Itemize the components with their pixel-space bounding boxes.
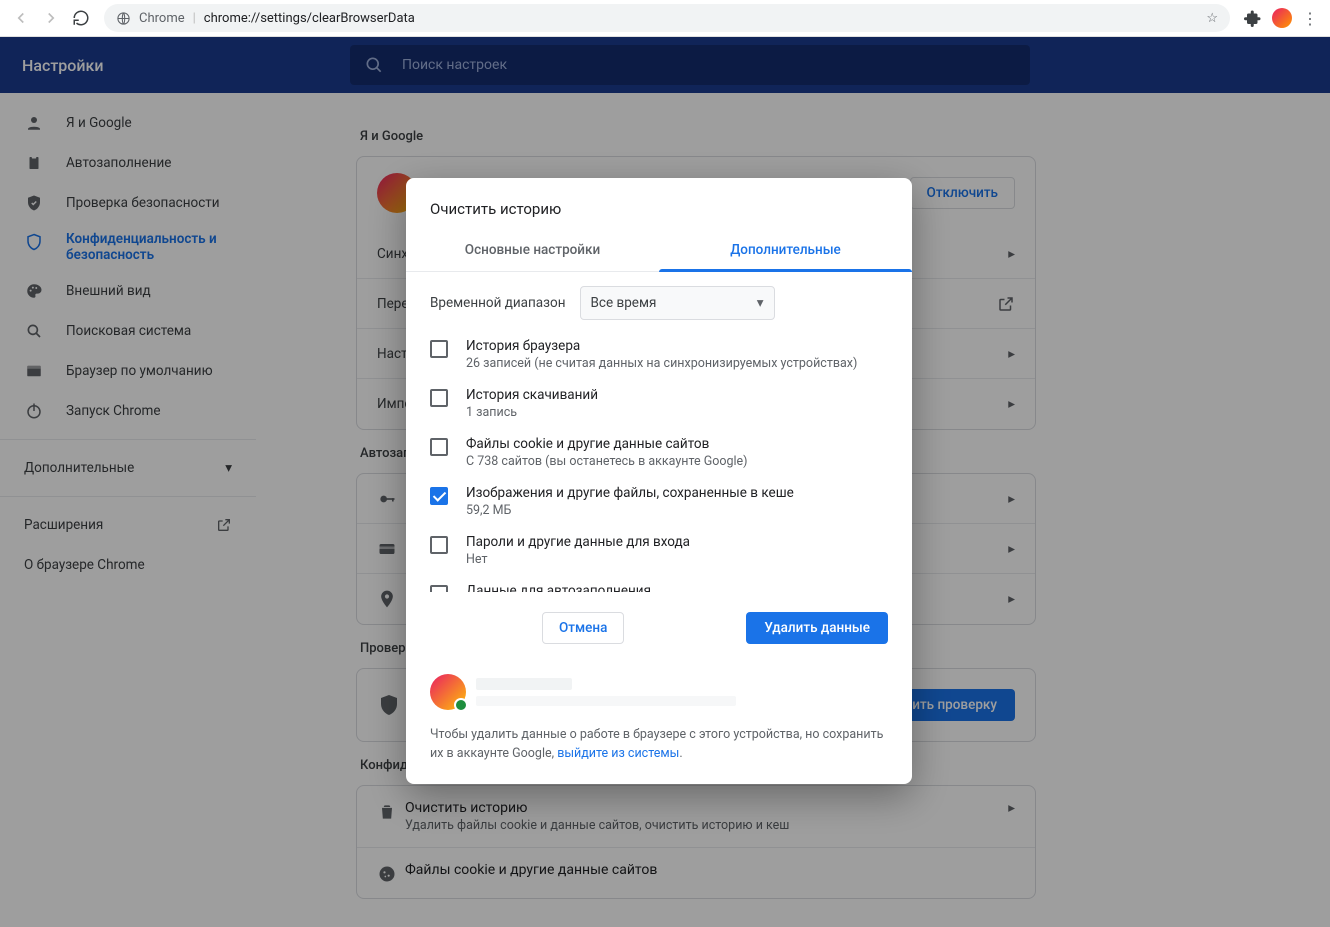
address-bar[interactable]: Chrome | chrome://settings/clearBrowserD… [104,4,1230,32]
option-title: Данные для автозаполнения [466,583,651,592]
clear-data-option[interactable]: История скачиваний 1 запись [406,379,912,428]
option-subtitle: 1 запись [466,405,598,420]
dialog-tabs: Основные настройки Дополнительные [406,230,912,272]
forward-button[interactable] [36,3,66,33]
checkbox[interactable] [430,340,448,358]
profile-avatar[interactable] [1272,8,1292,28]
star-icon[interactable]: ☆ [1206,11,1218,26]
clear-data-option[interactable]: Пароли и другие данные для входа Нет [406,526,912,575]
checkbox[interactable] [430,438,448,456]
tab-advanced[interactable]: Дополнительные [659,230,912,271]
option-subtitle: Нет [466,552,690,567]
option-title: История скачиваний [466,387,598,403]
url-path: chrome://settings/clearBrowserData [204,11,415,26]
dialog-body: Временной диапазон Все время ▾ История б… [406,272,912,592]
sync-status-badge [454,698,468,712]
sync-avatar [430,674,466,710]
dialog-title: Очистить историю [406,178,912,230]
option-subtitle: С 738 сайтов (вы останетесь в аккаунте G… [466,454,748,469]
menu-icon[interactable]: ⋮ [1302,9,1318,28]
back-button[interactable] [6,3,36,33]
dropdown-arrow-icon: ▾ [757,295,764,311]
clear-data-option[interactable]: История браузера 26 записей (не считая да… [406,330,912,379]
checkbox[interactable] [430,536,448,554]
option-subtitle: 26 записей (не считая данных на синхрони… [466,356,857,371]
option-title: История браузера [466,338,857,354]
option-title: Файлы cookie и другие данные сайтов [466,436,748,452]
reload-button[interactable] [66,3,96,33]
checkbox[interactable] [430,389,448,407]
extensions-icon[interactable] [1244,9,1262,27]
clear-data-button[interactable]: Удалить данные [746,612,888,644]
option-title: Пароли и другие данные для входа [466,534,690,550]
checkbox[interactable] [430,487,448,505]
time-range-label: Временной диапазон [430,295,566,311]
clear-data-option[interactable]: Файлы cookie и другие данные сайтов С 738… [406,428,912,477]
sign-out-link[interactable]: выйдите из системы [557,746,679,761]
url-host: Chrome [139,11,185,26]
clear-data-option[interactable]: Данные для автозаполнения [406,575,912,592]
checkbox[interactable] [430,585,448,592]
browser-toolbar: Chrome | chrome://settings/clearBrowserD… [0,0,1330,37]
option-subtitle: 59,2 МБ [466,503,794,518]
globe-icon [116,11,131,26]
tab-basic[interactable]: Основные настройки [406,230,659,271]
time-range-select[interactable]: Все время ▾ [580,286,775,320]
clear-data-option[interactable]: Изображения и другие файлы, сохраненные … [406,477,912,526]
dialog-footer: Чтобы удалить данные о работе в браузере… [406,662,912,784]
clear-browsing-data-dialog: Очистить историю Основные настройки Допо… [406,178,912,784]
option-title: Изображения и другие файлы, сохраненные … [466,485,794,501]
cancel-button[interactable]: Отмена [542,612,624,644]
